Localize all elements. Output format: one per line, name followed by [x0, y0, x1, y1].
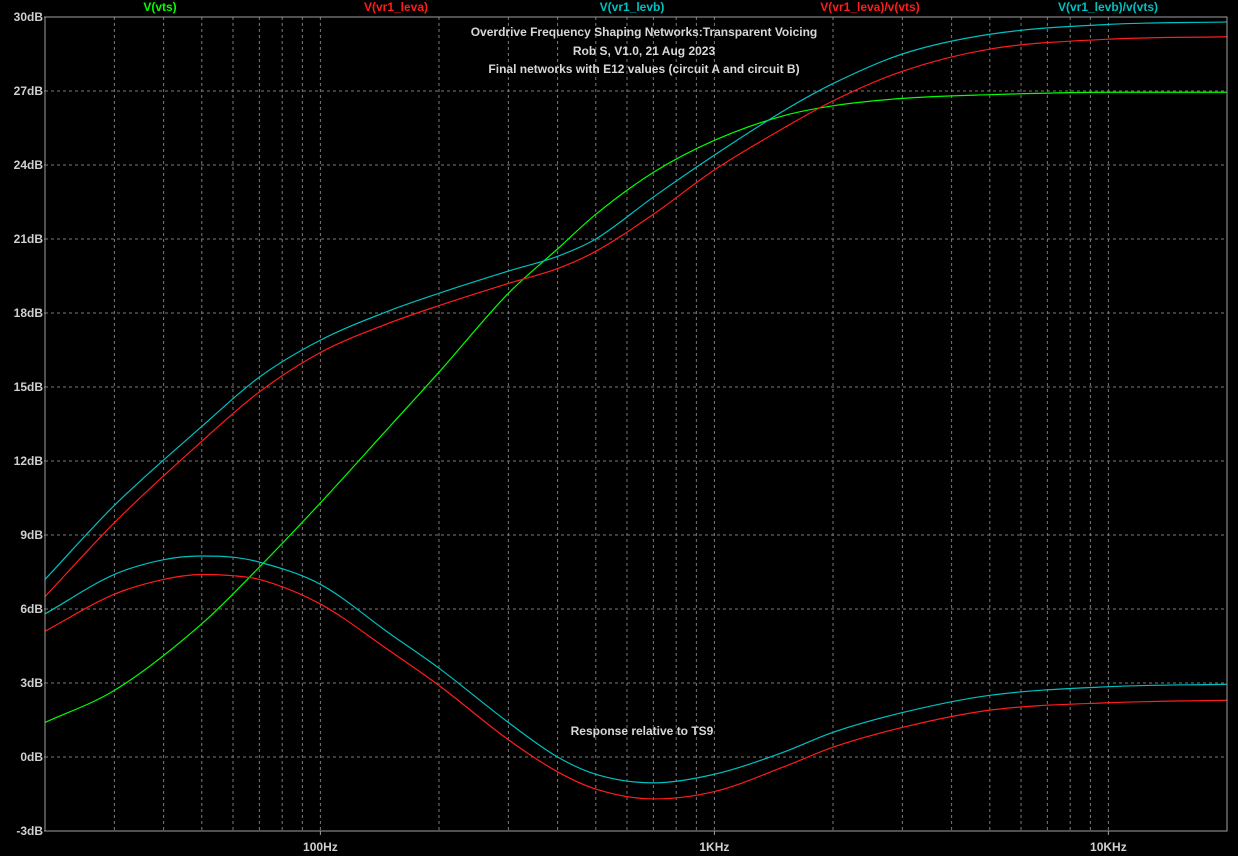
plot-border — [44, 16, 1228, 832]
y-tick-label: 30dB — [14, 10, 44, 24]
y-axis: 30dB 27dB 24dB 21dB 18dB 15dB 12dB 9dB 6dB 3dB 0dB… — [14, 10, 45, 838]
legend-item-vr1-levb: V(vr1_levb) — [599, 0, 665, 14]
title-line-1: Overdrive Frequency Shaping Networks:Tra… — [470, 25, 818, 39]
series-layer — [44, 21, 1228, 800]
y-tick-label: 15dB — [14, 380, 44, 394]
y-tick-label: 0dB — [20, 750, 43, 764]
legend-item-vr1-levb-ratio: V(vr1_levb)/v(vts) — [1057, 0, 1159, 14]
legend-item-vr1-leva-ratio: V(vr1_leva)/v(vts) — [820, 0, 920, 14]
annotation: Response relative to TS9 — [570, 724, 714, 738]
y-tick-label: 12dB — [14, 454, 44, 468]
y-tick-label: 9dB — [20, 528, 43, 542]
grid — [45, 17, 1227, 831]
plot-frame — [44, 16, 1228, 832]
y-tick-label: 27dB — [14, 84, 44, 98]
x-tick-label: 1KHz — [699, 840, 729, 854]
series-line-2 — [44, 21, 1228, 580]
y-tick-label: -3dB — [16, 824, 43, 838]
x-axis: 100Hz 1KHz 10KHz — [303, 831, 1127, 854]
x-tick-label: 100Hz — [303, 840, 338, 854]
y-tick-label: 3dB — [20, 676, 43, 690]
legend-item-vr1-leva: V(vr1_leva) — [363, 0, 429, 14]
x-tick-label: 10KHz — [1090, 840, 1127, 854]
legend-item-vts: V(vts) — [143, 0, 177, 14]
series-line-3 — [44, 573, 1228, 800]
y-tick-label: 6dB — [20, 602, 43, 616]
y-tick-label: 24dB — [14, 158, 44, 172]
title-line-2: Rob S, V1.0, 21 Aug 2023 — [572, 44, 716, 58]
series-line-4 — [44, 555, 1228, 784]
y-tick-label: 21dB — [14, 232, 44, 246]
series-line-1 — [44, 36, 1228, 598]
y-tick-label: 18dB — [14, 306, 44, 320]
title-line-3: Final networks with E12 values (circuit … — [488, 62, 800, 76]
